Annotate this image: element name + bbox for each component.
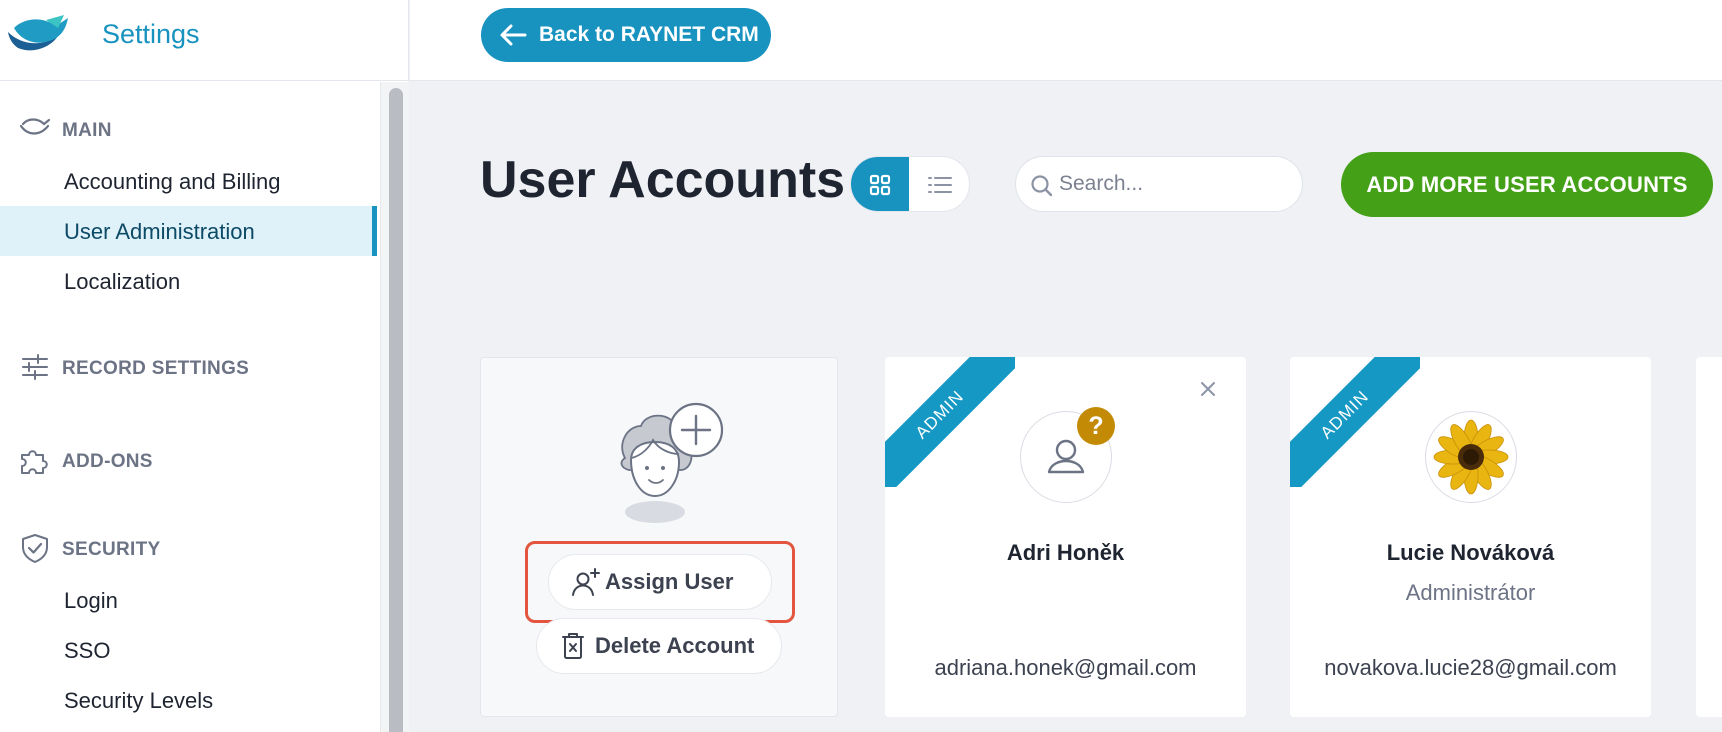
sidebar-item-label: Security Levels [64,688,214,713]
admin-ribbon: ADMIN [1290,357,1420,487]
sidebar-item-label: Login [64,588,118,613]
sunflower-avatar-icon [1433,419,1509,495]
sidebar-nav: MAIN Accounting and Billing User Adminis… [0,82,380,732]
raynet-logo-icon [19,118,51,135]
view-mode-toggle [850,156,970,212]
list-icon [928,177,952,193]
sidebar-scrollbar[interactable] [380,82,409,732]
sidebar-item-label: SSO [64,638,111,663]
add-user-icon [572,568,600,596]
user-card-partial[interactable] [1696,357,1722,717]
user-role: Administrátor [1405,580,1536,605]
assign-user-label: Assign User [605,569,734,594]
sidebar-item-sso[interactable]: SSO [0,625,377,675]
section-security-head: SECURITY [0,531,380,563]
section-label: ADD-ONS [62,451,153,472]
section-main-head: MAIN [0,112,380,144]
raynet-logo[interactable] [6,14,72,54]
grid-icon [869,174,891,196]
settings-sidebar: Settings MAIN Accounting and Billing Use… [0,0,409,732]
sidebar-item-label: Accounting and Billing [64,169,281,194]
user-email: novakova.lucie28@gmail.com [1324,655,1617,680]
add-user-illustration-icon [620,402,724,523]
section-record-settings-head[interactable]: RECORD SETTINGS [0,350,380,382]
page-title: User Accounts [480,151,846,209]
close-icon[interactable] [1196,377,1220,401]
back-to-crm-button[interactable]: Back to RAYNET CRM [481,8,771,62]
list-view-button[interactable] [909,157,969,211]
sliders-icon [22,354,48,380]
sidebar-item-label: Localization [64,269,181,294]
empty-account-card: Assign User Delete Account [480,357,838,717]
unknown-status-badge: ? [1077,407,1115,445]
admin-ribbon: ADMIN [885,357,1015,487]
sidebar-item-accounting-billing[interactable]: Accounting and Billing [0,156,377,206]
search-box [1015,156,1303,212]
scrollbar-thumb[interactable] [389,88,403,732]
delete-account-label: Delete Account [595,633,755,658]
back-button-label: Back to RAYNET CRM [539,23,759,46]
avatar-sunflower [1425,411,1517,503]
top-bar: Back to RAYNET CRM [410,0,1722,81]
assign-user-button[interactable]: Assign User [548,554,772,610]
sidebar-item-security-levels[interactable]: Security Levels [0,675,377,725]
sidebar-item-label: User Administration [64,219,255,244]
section-add-ons-head[interactable]: ADD-ONS [0,443,380,475]
grid-view-button[interactable] [851,157,909,211]
user-email: adriana.honek@gmail.com [934,655,1197,680]
section-label: RECORD SETTINGS [62,358,250,379]
trash-icon [562,633,584,659]
shield-check-icon [22,534,48,563]
section-label: SECURITY [62,539,161,560]
arrow-left-icon [500,24,527,46]
add-user-accounts-button[interactable]: ADD MORE USER ACCOUNTS [1341,152,1713,217]
user-card-lucie-novakova[interactable]: ADMIN Lucie Nováková Administrátor novak… [1290,357,1651,717]
sidebar-item-localization[interactable]: Localization [0,256,377,306]
user-name: Lucie Nováková [1386,540,1555,565]
sidebar-item-login[interactable]: Login [0,575,377,625]
delete-account-button[interactable]: Delete Account [536,618,782,674]
user-name: Adri Honěk [1006,540,1125,565]
section-label: MAIN [62,120,112,141]
admin-ribbon-label: ADMIN [885,357,1015,487]
admin-ribbon-label: ADMIN [1290,357,1420,487]
assign-user-highlight: Assign User [525,541,795,623]
search-icon [1031,175,1053,197]
puzzle-icon [21,450,48,474]
sidebar-item-user-administration[interactable]: User Administration [0,206,377,256]
user-card-adri-honek[interactable]: ADMIN ? Adri Honěk adriana.honek@gmail.c… [885,357,1246,717]
app-title: Settings [102,19,200,49]
sidebar-header: Settings [0,0,409,81]
search-input[interactable] [1059,167,1289,201]
